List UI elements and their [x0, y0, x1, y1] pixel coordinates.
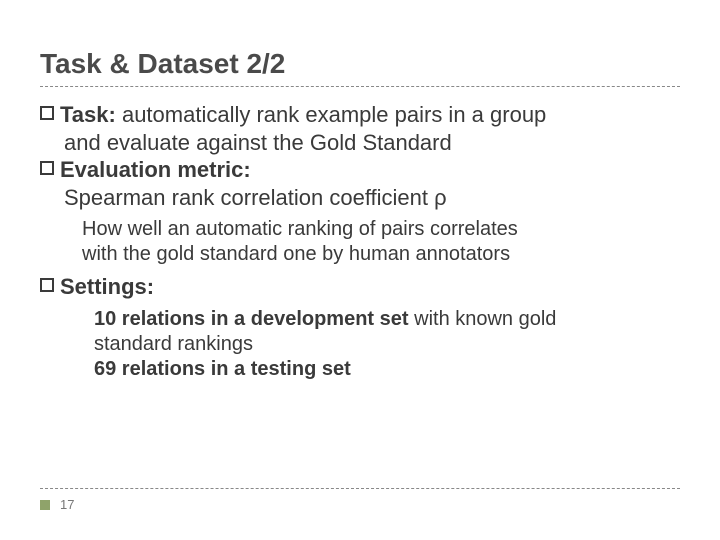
settings-label: Settings: [60, 273, 154, 301]
footer-divider [40, 488, 680, 489]
settings-1c: standard rankings [40, 332, 680, 357]
slide-footer: 17 [40, 488, 680, 512]
title-divider [40, 86, 680, 87]
slide: Task & Dataset 2/2 Task: automatically r… [0, 0, 720, 540]
eval-sub: Spearman rank correlation coefficient ρ [40, 184, 680, 212]
square-bullet-icon [40, 278, 54, 292]
eval-label: Evaluation metric: [60, 156, 251, 184]
footer-row: 17 [40, 497, 680, 512]
page-number: 17 [60, 497, 74, 512]
bullet-text: Task: automatically rank example pairs i… [60, 101, 546, 129]
square-bullet-icon [40, 161, 54, 175]
eval-expl-2: with the gold standard one by human anno… [40, 242, 680, 267]
settings-1b: with known gold [409, 308, 557, 330]
settings-line-1: 10 relations in a development set with k… [40, 307, 680, 332]
square-bullet-icon [40, 106, 54, 120]
settings-2: 69 relations in a testing set [40, 357, 680, 382]
footer-square-icon [40, 500, 50, 510]
slide-title: Task & Dataset 2/2 [40, 48, 680, 80]
bullet-settings: Settings: [40, 273, 680, 301]
task-text: automatically rank example pairs in a gr… [116, 102, 546, 127]
bullet-eval: Evaluation metric: [40, 156, 680, 184]
task-label: Task: [60, 102, 116, 127]
settings-1a: 10 relations in a development set [94, 308, 409, 330]
bullet-task: Task: automatically rank example pairs i… [40, 101, 680, 129]
task-cont: and evaluate against the Gold Standard [40, 129, 680, 157]
slide-content: Task: automatically rank example pairs i… [40, 101, 680, 382]
eval-expl-1: How well an automatic ranking of pairs c… [40, 217, 680, 242]
